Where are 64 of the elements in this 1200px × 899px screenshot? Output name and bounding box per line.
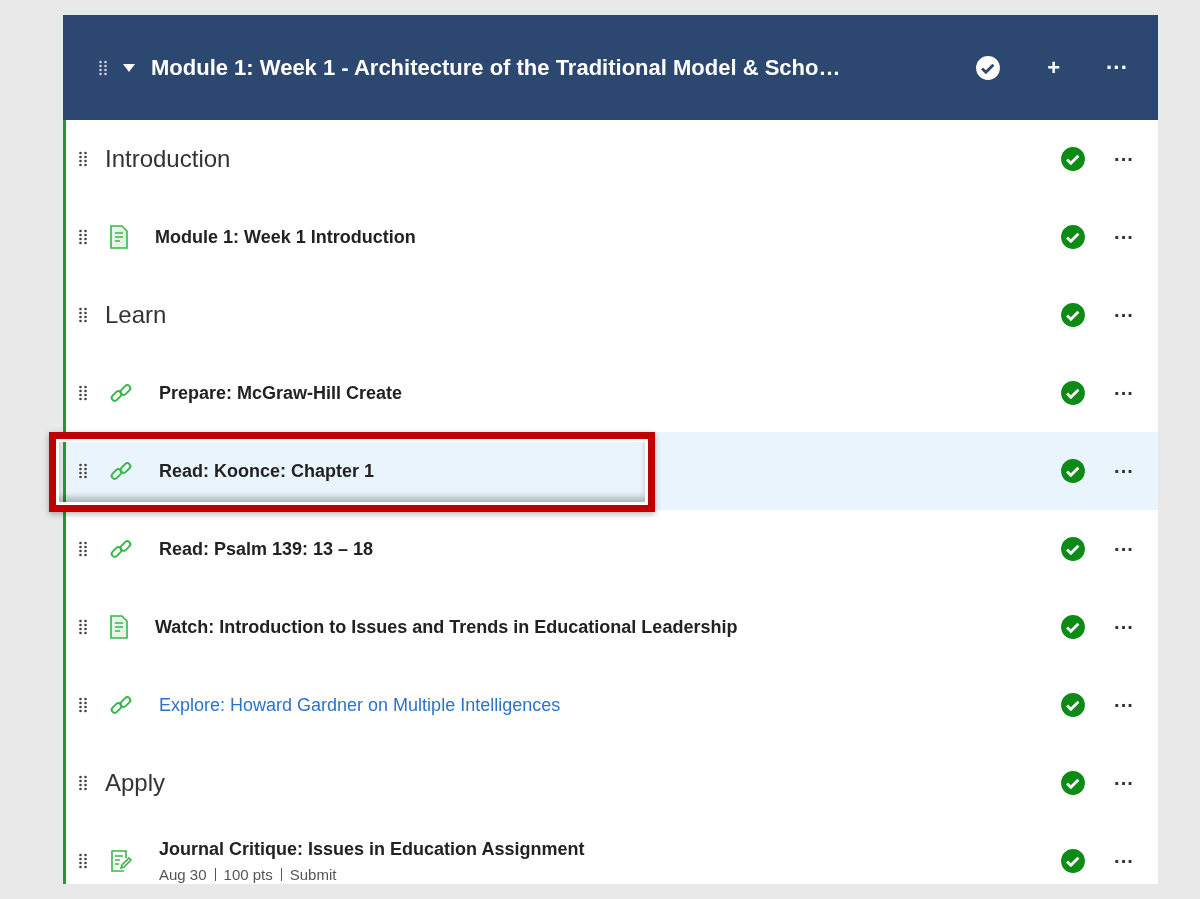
module-title: Module 1: Week 1 - Architecture of the Traditional Model & Scho… <box>151 54 842 81</box>
drag-handle-icon[interactable] <box>79 463 87 479</box>
drag-handle-icon[interactable] <box>79 853 87 869</box>
item-row[interactable]: Module 1: Week 1 Introduction ··· <box>66 198 1158 276</box>
item-title: Watch: Introduction to Issues and Trends in Educational Leadership <box>155 616 739 638</box>
item-title: Read: Psalm 139: 13 – 18 <box>159 538 375 560</box>
more-button[interactable]: ··· <box>1108 849 1140 873</box>
published-icon[interactable] <box>1060 692 1086 718</box>
section-title: Introduction <box>105 145 232 173</box>
section-row[interactable]: Apply ··· <box>66 744 1158 822</box>
drag-handle-icon[interactable] <box>79 229 87 245</box>
more-button[interactable]: ··· <box>1108 459 1140 483</box>
more-button[interactable]: ··· <box>1108 537 1140 561</box>
published-icon[interactable] <box>1060 614 1086 640</box>
meta-text: 100 pts <box>223 866 273 883</box>
item-row[interactable]: Read: Psalm 139: 13 – 18 ··· <box>66 510 1158 588</box>
item-title: Module 1: Week 1 Introduction <box>155 226 417 248</box>
item-row[interactable]: Explore: Howard Gardner on Multiple Intelligences ··· <box>66 666 1158 744</box>
more-button[interactable]: ··· <box>1108 381 1140 405</box>
item-title: Read: Koonce: Chapter 1 <box>159 460 376 482</box>
drag-handle-icon[interactable] <box>79 541 87 557</box>
item-link[interactable]: Explore: Howard Gardner on Multiple Intelligences <box>159 694 1060 716</box>
drag-handle-icon[interactable] <box>99 59 107 76</box>
document-icon <box>109 615 129 639</box>
chain-link-icon <box>109 459 133 483</box>
drag-handle-icon[interactable] <box>79 151 87 167</box>
drag-handle-icon[interactable] <box>79 385 87 401</box>
section-title: Apply <box>105 769 167 797</box>
section-title: Learn <box>105 301 168 329</box>
published-icon[interactable] <box>1060 848 1086 874</box>
item-row[interactable]: Journal Critique: Issues in Education Assignment Aug 30 100 pts Submit ··· <box>66 822 1158 884</box>
drag-handle-icon[interactable] <box>79 307 87 323</box>
published-icon[interactable] <box>1060 770 1086 796</box>
item-row[interactable]: Watch: Introduction to Issues and Trends in Educational Leadership ··· <box>66 588 1158 666</box>
item-title: Prepare: McGraw-Hill Create <box>159 382 404 404</box>
document-icon <box>109 225 129 249</box>
more-button[interactable]: ··· <box>1108 303 1140 327</box>
more-button[interactable]: ··· <box>1100 54 1134 81</box>
drag-handle-icon[interactable] <box>79 619 87 635</box>
more-button[interactable]: ··· <box>1108 615 1140 639</box>
published-icon[interactable] <box>1060 302 1086 328</box>
drag-handle-icon[interactable] <box>79 775 87 791</box>
pencil-document-icon <box>109 849 133 873</box>
item-row[interactable]: Prepare: McGraw-Hill Create ··· <box>66 354 1158 432</box>
more-button[interactable]: ··· <box>1108 147 1140 171</box>
drag-handle-icon[interactable] <box>79 697 87 713</box>
chain-link-icon <box>109 693 133 717</box>
more-button[interactable]: ··· <box>1108 225 1140 249</box>
published-icon[interactable] <box>1060 224 1086 250</box>
chain-link-icon <box>109 537 133 561</box>
chain-link-icon <box>109 381 133 405</box>
published-icon[interactable] <box>1060 146 1086 172</box>
more-button[interactable]: ··· <box>1108 771 1140 795</box>
published-icon[interactable] <box>1060 380 1086 406</box>
item-title: Journal Critique: Issues in Education Assignment <box>159 839 586 860</box>
published-icon[interactable] <box>1060 458 1086 484</box>
section-row[interactable]: Introduction ··· <box>66 120 1158 198</box>
published-icon[interactable] <box>1060 536 1086 562</box>
more-button[interactable]: ··· <box>1108 693 1140 717</box>
published-icon[interactable] <box>975 54 1002 81</box>
meta-text: Aug 30 <box>159 866 207 883</box>
meta-text: Submit <box>289 866 337 883</box>
add-button[interactable]: + <box>1041 54 1066 81</box>
section-row[interactable]: Learn ··· <box>66 276 1158 354</box>
